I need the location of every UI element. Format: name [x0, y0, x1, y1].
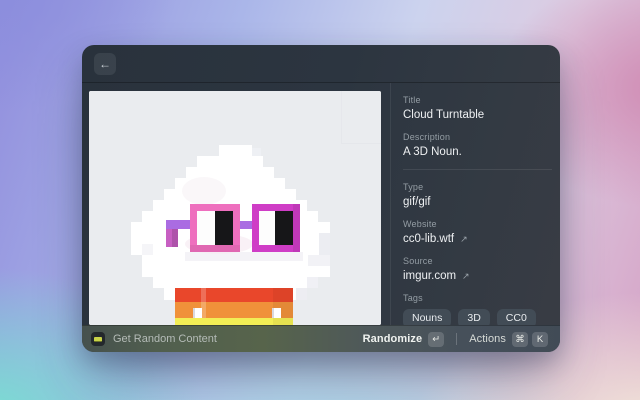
window-header: ← — [82, 45, 560, 83]
external-link-icon: ↗ — [462, 271, 470, 282]
metadata-field: Website cc0-lib.wtf ↗ — [403, 219, 552, 245]
field-value[interactable]: cc0-lib.wtf ↗ — [403, 233, 552, 245]
modifier-key-icon: ⌘ — [512, 332, 528, 347]
field-value: gif/gif — [403, 196, 552, 208]
content-preview — [89, 91, 381, 325]
field-value: Cloud Turntable — [403, 109, 552, 121]
field-label: Source — [403, 256, 552, 266]
field-value[interactable]: imgur.com ↗ — [403, 270, 552, 282]
field-label: Type — [403, 182, 552, 192]
field-label: Tags — [403, 293, 552, 303]
metadata-field: Type gif/gif — [403, 182, 552, 208]
desktop-background: ← — [0, 0, 640, 400]
field-value: A 3D Noun. — [403, 146, 552, 158]
extension-icon — [91, 332, 105, 346]
shortcut-keys: ⌘K — [512, 332, 548, 347]
modifier-key-icon: K — [532, 332, 548, 347]
field-label: Website — [403, 219, 552, 229]
field-label: Description — [403, 132, 552, 142]
command-context-label: Get Random Content — [113, 333, 217, 345]
noun-cloud-artwork — [89, 91, 381, 325]
metadata-field: Title Cloud Turntable — [403, 95, 552, 121]
metadata-separator — [403, 169, 552, 170]
action-bar-divider — [456, 333, 457, 345]
metadata-panel: Title Cloud Turntable Description A 3D N… — [390, 83, 560, 325]
randomize-button[interactable]: Randomize ↵ — [360, 330, 448, 349]
metadata-field: Source imgur.com ↗ — [403, 256, 552, 282]
enter-key-icon: ↵ — [428, 332, 444, 347]
striped-shirt — [175, 288, 293, 325]
field-label: Title — [403, 95, 552, 105]
raycast-window: ← — [82, 45, 560, 352]
back-arrow-icon: ← — [99, 58, 111, 70]
external-link-icon: ↗ — [460, 234, 468, 245]
back-button[interactable]: ← — [94, 53, 116, 75]
actions-menu-button[interactable]: Actions ⌘K — [466, 330, 551, 349]
action-bar: Get Random Content Randomize ↵ Actions ⌘… — [82, 325, 560, 352]
detail-view: Title Cloud Turntable Description A 3D N… — [82, 83, 560, 325]
metadata-field: Description A 3D Noun. — [403, 132, 552, 158]
action-bar-actions: Randomize ↵ Actions ⌘K — [360, 330, 551, 349]
